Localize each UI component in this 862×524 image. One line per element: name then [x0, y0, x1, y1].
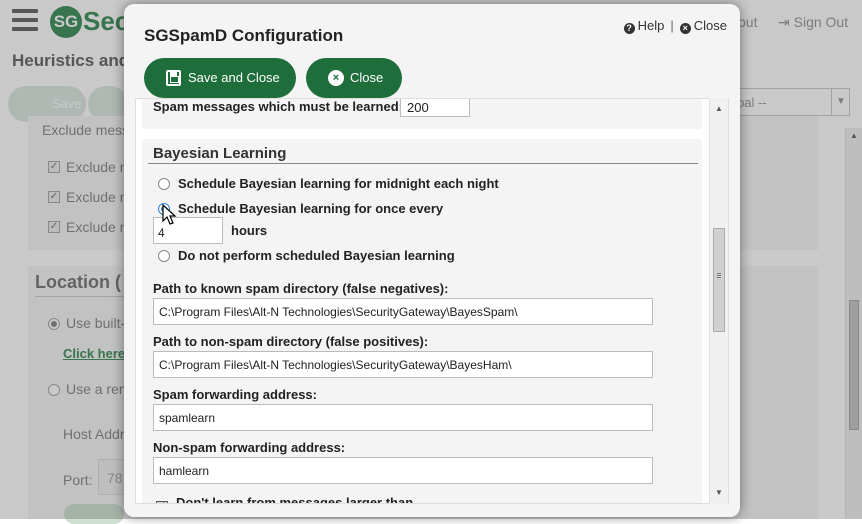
dialog-top-actions: ? Help | × Close — [623, 18, 727, 34]
no-schedule-option[interactable]: Do not perform scheduled Bayesian learni… — [158, 248, 455, 263]
section-title: Bayesian Learning — [153, 145, 287, 162]
divider — [148, 163, 698, 164]
x-circle-icon: × — [679, 23, 691, 34]
nonspam-forwarding-input[interactable]: hamlearn — [153, 457, 653, 484]
scrollbar-thumb[interactable] — [713, 228, 725, 332]
separator: | — [670, 18, 674, 33]
floppy-disk-icon — [166, 70, 181, 86]
grip-icon — [717, 273, 721, 274]
spam-forwarding-label: Spam forwarding address: — [153, 387, 317, 402]
schedule-every-option[interactable]: Schedule Bayesian learning for once ever… — [158, 201, 443, 216]
sgspamd-config-dialog: SGSpamD Configuration ? Help | × Close Save … — [124, 4, 740, 517]
schedule-midnight-option[interactable]: Schedule Bayesian learning for midnight … — [158, 176, 499, 191]
spam-messages-label: Spam messages which must be learned: — [153, 99, 403, 114]
dialog-scrollbar[interactable]: ▲ ▼ — [709, 98, 728, 504]
mouse-pointer-icon — [162, 204, 177, 225]
spam-dir-label: Path to known spam directory (false nega… — [153, 281, 449, 296]
scroll-up-icon[interactable]: ▲ — [715, 104, 723, 113]
no-schedule-radio[interactable] — [158, 250, 170, 262]
help-link[interactable]: ? Help — [623, 18, 664, 34]
dont-learn-checkbox[interactable]: ✓ — [156, 501, 168, 503]
close-button[interactable]: × Close — [306, 58, 402, 98]
spam-dir-input[interactable]: C:\Program Files\Alt-N Technologies\Secu… — [153, 298, 653, 325]
nonspam-dir-label: Path to non-spam directory (false positi… — [153, 334, 429, 349]
nonspam-dir-input[interactable]: C:\Program Files\Alt-N Technologies\Secu… — [153, 351, 653, 378]
scroll-down-icon[interactable]: ▼ — [715, 488, 723, 497]
nonspam-forwarding-label: Non-spam forwarding address: — [153, 440, 346, 455]
hours-label: hours — [231, 223, 268, 238]
dialog-scroll-content[interactable]: Spam messages which must be learned: 200… — [135, 98, 729, 504]
question-circle-icon: ? — [623, 23, 635, 34]
spam-forwarding-input[interactable]: spamlearn — [153, 404, 653, 431]
dont-learn-option[interactable]: ✓Don't learn from messages larger than — [156, 495, 413, 503]
save-and-close-button[interactable]: Save and Close — [144, 58, 296, 98]
schedule-midnight-radio[interactable] — [158, 178, 170, 190]
close-link[interactable]: × Close — [679, 18, 727, 34]
x-circle-icon: × — [328, 70, 344, 86]
spam-messages-input[interactable]: 200 — [400, 99, 470, 117]
dialog-title: SGSpamD Configuration — [144, 26, 344, 45]
